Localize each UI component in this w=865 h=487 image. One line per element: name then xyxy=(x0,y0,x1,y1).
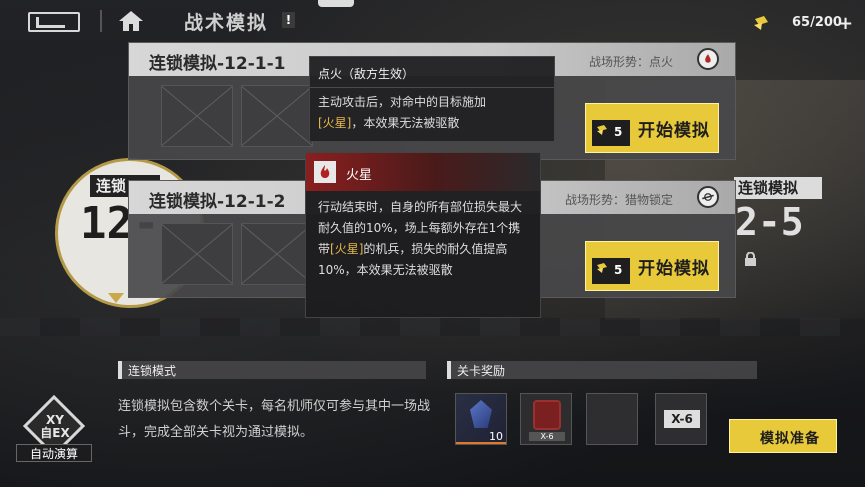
prepare-simulation-button[interactable]: 模拟准备 xyxy=(729,419,837,453)
stamina-value: 65/200 xyxy=(792,15,842,30)
start-label: 开始模拟 xyxy=(638,259,710,279)
tooltip-description: 行动结束时，自身的所有部位损失最大耐久值的10%，场上每额外存在1个携带[火星]… xyxy=(318,197,532,281)
add-stamina-button[interactable]: + xyxy=(838,13,853,34)
unit-slot[interactable] xyxy=(161,85,233,147)
cost-value: 5 xyxy=(614,263,623,277)
spark-tooltip: 火星 行动结束时，自身的所有部位损失最大耐久值的10%，场上每额外存在1个携带[… xyxy=(305,152,541,318)
chain-mode-description: 连锁模拟包含数个关卡，每名机师仅可参与其中一场战斗，完成全部关卡视为通过模拟。 xyxy=(118,399,431,440)
panel-title: 连锁模拟-12-1-2 xyxy=(149,192,286,212)
stage-right-number[interactable]: 2-5 xyxy=(735,200,804,244)
tooltip-title: 火星 xyxy=(346,168,373,183)
shield-badge-icon xyxy=(533,400,561,430)
target-lock-icon[interactable] xyxy=(697,186,719,208)
back-button[interactable] xyxy=(28,12,80,32)
unit-slot[interactable] xyxy=(241,223,313,285)
crystal-icon xyxy=(470,400,492,428)
energy-icon xyxy=(754,16,768,30)
section-marker xyxy=(447,361,451,379)
stage-right-label: 连锁模拟 xyxy=(734,177,822,199)
tooltip-text-line: 主动攻击后，对命中的目标施加 xyxy=(318,95,487,109)
start-simulation-button[interactable]: 5 开始模拟 xyxy=(585,103,719,153)
section-marker xyxy=(118,361,122,379)
top-bar: 战术模拟 ! 65/200 + xyxy=(0,0,865,42)
prepare-label: 模拟准备 xyxy=(760,431,820,447)
chain-mode-header: 连锁模式 xyxy=(118,361,426,379)
tooltip-keyword[interactable]: [火星] xyxy=(330,242,363,256)
unit-slot[interactable] xyxy=(241,85,313,147)
start-label: 开始模拟 xyxy=(638,121,710,141)
fire-icon xyxy=(314,161,336,183)
cost-value: 5 xyxy=(614,125,623,139)
stage-marker-icon xyxy=(108,293,124,303)
battle-status: 战场形势：猎物锁定 xyxy=(564,193,673,207)
panel-title: 连锁模拟-12-1-1 xyxy=(149,54,286,74)
ignite-tooltip: 点火（敌方生效） 主动攻击后，对命中的目标施加 [火星]，本效果无法被驱散 xyxy=(309,56,555,142)
page-title: 战术模拟 xyxy=(184,12,269,34)
cost-box: 5 xyxy=(592,120,630,146)
rewards-header: 关卡奖励 xyxy=(447,361,757,379)
auto-battle-label: 自动演算 xyxy=(16,444,92,462)
unit-slot[interactable] xyxy=(161,223,233,285)
start-simulation-button[interactable]: 5 开始模拟 xyxy=(585,241,719,291)
tooltip-header: 火星 xyxy=(306,153,540,191)
energy-icon xyxy=(597,263,607,273)
background-stripe xyxy=(0,318,865,336)
stamina-counter: 65/200 + xyxy=(752,13,854,34)
auto-battle-button[interactable]: XY 自EX 自动演算 xyxy=(14,394,94,468)
battle-status: 战场形势：点火 xyxy=(588,55,673,69)
ignite-status-icon[interactable] xyxy=(697,48,719,70)
energy-icon xyxy=(597,125,607,135)
tooltip-text-line: ，本效果无法被驱散 xyxy=(351,116,460,130)
tooltip-keyword[interactable]: [火星] xyxy=(318,116,351,130)
reward-crystal[interactable]: 10 xyxy=(455,393,507,445)
reward-item[interactable]: X-6 xyxy=(655,393,707,445)
tooltip-description: 主动攻击后，对命中的目标施加 [火星]，本效果无法被驱散 xyxy=(318,92,550,134)
reward-slot-empty[interactable] xyxy=(586,393,638,445)
badge-tag: X-6 xyxy=(529,432,565,441)
lock-icon xyxy=(745,252,756,266)
section-title: 关卡奖励 xyxy=(457,364,506,378)
tooltip-title: 点火（敌方生效） xyxy=(318,67,415,81)
cost-box: 5 xyxy=(592,258,630,284)
rarity-bar xyxy=(456,442,506,444)
tooltip-divider xyxy=(310,87,554,88)
section-title: 连锁模式 xyxy=(128,364,177,378)
home-icon[interactable] xyxy=(118,9,144,33)
item-label: X-6 xyxy=(664,410,700,428)
reward-badge[interactable]: X-6 xyxy=(520,393,572,445)
divider xyxy=(100,10,102,32)
top-notch xyxy=(318,0,354,7)
auto-glyph: XY 自EX xyxy=(40,413,70,440)
info-icon[interactable]: ! xyxy=(282,12,295,28)
